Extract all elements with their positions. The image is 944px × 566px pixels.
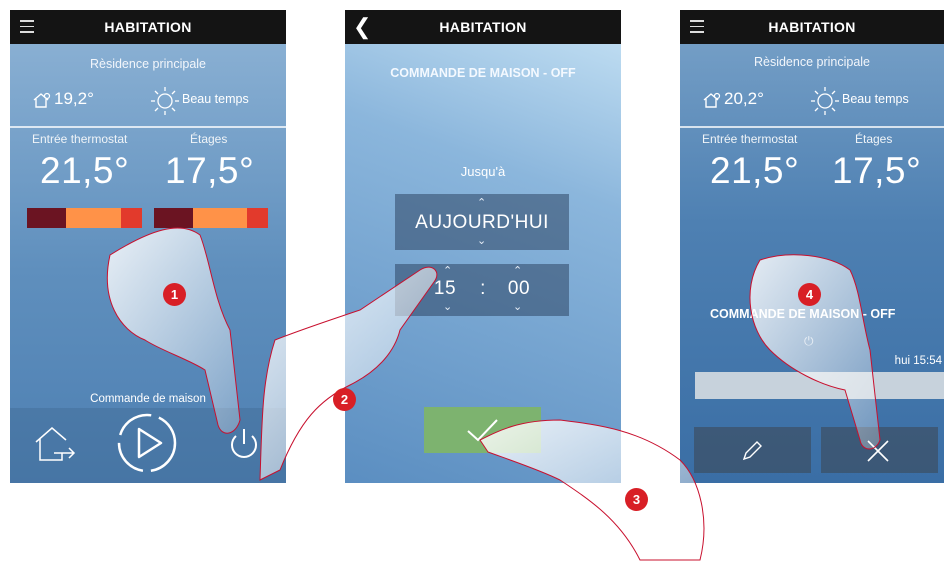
sun-icon (150, 86, 180, 121)
step-badge-2: 2 (333, 388, 356, 411)
time-picker[interactable]: ⌃ ⌃ 15 : 00 ⌄ ⌄ (395, 264, 569, 316)
minute-value: 00 (507, 278, 531, 299)
scenario-play-icon[interactable] (114, 410, 180, 481)
top-bar: HABITATION (10, 10, 286, 44)
hour-down-chevron-icon[interactable]: ⌄ (443, 300, 452, 313)
step-badge-4: 4 (798, 283, 821, 306)
home-thermometer-icon (32, 91, 52, 114)
thermostat-label: Entrée thermostat (702, 132, 798, 146)
screen-habitation-1: HABITATION Rèsidence principale 19,2° Be… (10, 10, 286, 483)
status-time: hui 15:54 (894, 355, 942, 367)
exit-home-icon[interactable] (32, 420, 78, 471)
power-icon[interactable] (224, 424, 264, 469)
screen-habitation-2: ❮ HABITATION COMMANDE DE MAISON - OFF Ju… (345, 10, 621, 483)
house-command-status: COMMANDE DE MAISON - OFF (710, 307, 896, 321)
residence-name: Rèsidence principale (753, 55, 871, 69)
edit-button[interactable] (694, 427, 811, 473)
thermostat-temperature[interactable]: 21,5° (40, 150, 129, 192)
floors-temperature[interactable]: 17,5° (165, 150, 254, 192)
weather-text: Beau temps (182, 92, 249, 106)
top-bar: HABITATION (680, 10, 944, 44)
app-title: HABITATION (104, 19, 192, 35)
divider (10, 126, 286, 128)
floors-color-bar (154, 208, 268, 228)
hour-value: 15 (433, 278, 457, 299)
app-title: HABITATION (768, 19, 856, 35)
cancel-button[interactable] (821, 427, 938, 473)
day-picker[interactable]: ⌃ AUJOURD'HUI ⌄ (395, 194, 569, 250)
residence-name: Rèsidence principale (89, 57, 207, 71)
time-separator: : (480, 278, 486, 299)
house-command-header: COMMANDE DE MAISON - OFF (390, 66, 576, 80)
weather-row: 19,2° Beau temps (10, 87, 286, 115)
step-badge-1: 1 (163, 283, 186, 306)
weather-text: Beau temps (842, 92, 909, 106)
confirm-button[interactable] (424, 407, 541, 453)
app-title: HABITATION (439, 19, 527, 35)
chevron-up-icon[interactable]: ⌃ (477, 196, 486, 209)
step-badge-3: 3 (625, 488, 648, 511)
hamburger-menu-icon[interactable] (690, 20, 704, 37)
home-thermometer-icon (702, 91, 722, 114)
house-command-label: Commande de maison (90, 393, 206, 405)
status-bar (695, 372, 944, 399)
minute-up-chevron-icon[interactable]: ⌃ (513, 264, 522, 277)
close-icon (865, 438, 891, 469)
home-temperature: 20,2° (724, 89, 764, 108)
divider (680, 126, 944, 128)
screen-habitation-3: HABITATION Rèsidence principale 20,2° Be… (680, 10, 944, 483)
back-chevron-icon[interactable]: ❮ (353, 14, 371, 40)
sun-icon (810, 86, 840, 121)
thermostat-color-bar (27, 208, 142, 228)
chevron-down-icon[interactable]: ⌄ (477, 234, 486, 247)
weather-row: 20,2° Beau temps (680, 87, 944, 115)
home-temperature: 19,2° (54, 89, 94, 108)
hamburger-menu-icon[interactable] (20, 20, 34, 37)
checkmark-icon (464, 417, 500, 448)
top-bar: ❮ HABITATION (345, 10, 621, 44)
day-value: AUJOURD'HUI (415, 212, 549, 233)
floors-label: Étages (190, 132, 228, 146)
pencil-icon (740, 439, 764, 468)
until-label: Jusqu'à (460, 164, 506, 179)
floors-temperature[interactable]: 17,5° (832, 150, 921, 192)
floors-label: Étages (855, 132, 893, 146)
thermostat-label: Entrée thermostat (32, 132, 128, 146)
minute-down-chevron-icon[interactable]: ⌄ (513, 300, 522, 313)
thermostat-temperature[interactable]: 21,5° (710, 150, 799, 192)
power-small-icon: ⏻ (804, 334, 814, 348)
hour-up-chevron-icon[interactable]: ⌃ (443, 264, 452, 277)
